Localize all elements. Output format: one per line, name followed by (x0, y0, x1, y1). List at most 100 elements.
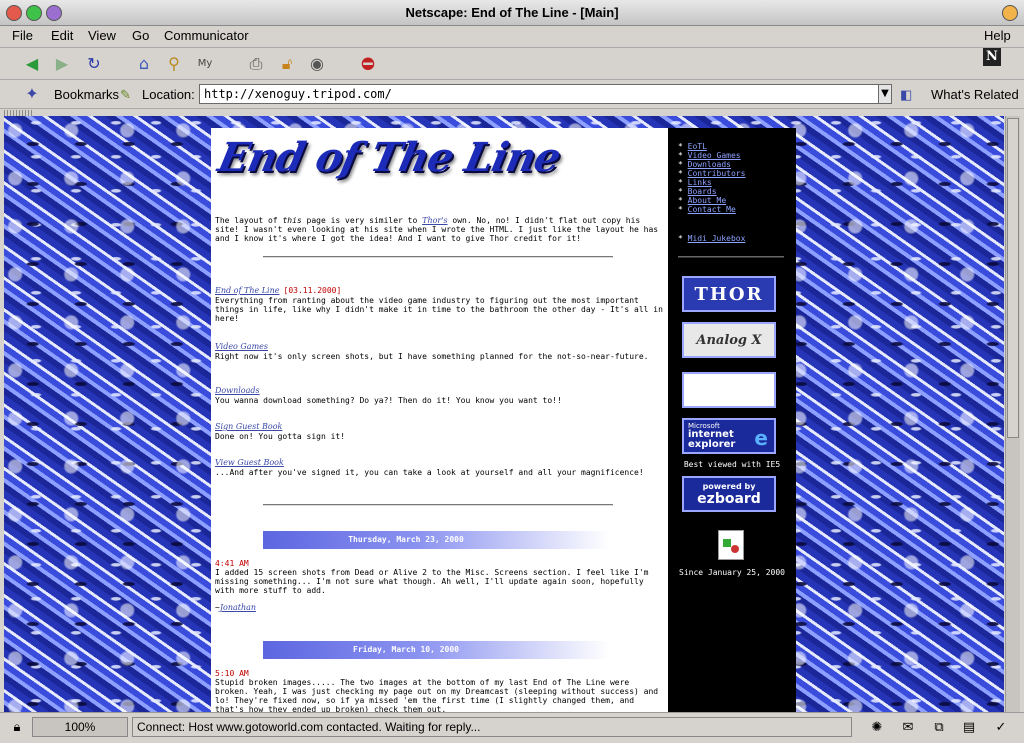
ezboard-badge-small-text: powered by (702, 481, 756, 491)
security-icon[interactable]: 🔓︎ (275, 53, 299, 75)
shade-window-button[interactable] (1002, 5, 1018, 21)
location-label: Location: (142, 87, 195, 102)
section-item: End of The Line [03.11.2000] Everything fr… (215, 282, 663, 323)
section-link[interactable]: Video Games (215, 342, 268, 351)
sidebar-link-downloads[interactable]: * Downloads (678, 160, 731, 169)
section-link[interactable]: Sign Guest Book (215, 422, 282, 431)
section-description: Everything from ranting about the video … (215, 296, 663, 323)
menu-view[interactable]: View (86, 28, 118, 43)
sidebar-link-boards[interactable]: * Boards (678, 187, 717, 196)
section-item: Video Games Right now it's only screen sh… (215, 338, 663, 361)
section-description: You wanna download something? Do ya?! Th… (215, 396, 562, 405)
location-bar: ✦ Bookmarks ✎ Location: http://xenoguy.t… (0, 81, 1024, 109)
thor-badge[interactable]: THOR (682, 276, 776, 312)
ie-badge-big-text: internet explorer (688, 429, 736, 450)
status-message: Connect: Host www.gotoworld.com contacte… (132, 717, 852, 737)
security-lock-icon[interactable]: 🔒︎ (6, 719, 28, 737)
progress-indicator: 100% (32, 717, 128, 737)
news-time: 5:10 AM (215, 669, 249, 678)
sidebar-link-links[interactable]: * Links (678, 178, 712, 187)
news-date-bar: Friday, March 10, 2000 (263, 641, 609, 659)
sidebar-link-midi-jukebox[interactable]: * Midi Jukebox (678, 234, 745, 243)
discussions-icon[interactable]: ⧉ (928, 719, 950, 737)
news-body: Stupid broken images..... The two images… (215, 678, 659, 712)
stop-icon[interactable]: ⛔︎ (356, 53, 380, 75)
sidebar-link-label[interactable]: Video Games (688, 151, 741, 160)
ezboard-badge[interactable]: powered by ezboard (682, 476, 776, 512)
shop-icon[interactable]: ◉ (305, 53, 329, 75)
menu-help[interactable]: Help (982, 28, 1013, 43)
menu-go[interactable]: Go (130, 28, 151, 43)
site-logo: End of The Line (214, 134, 565, 181)
navigator-icon[interactable]: ✺ (866, 719, 888, 737)
ie-logo-icon: e (754, 426, 768, 450)
sidebar-link-eotl[interactable]: * EoTL (678, 142, 707, 151)
sidebar-link-label[interactable]: Links (688, 178, 712, 187)
sidebar-link-label[interactable]: EoTL (688, 142, 707, 151)
blank-badge[interactable] (682, 372, 776, 408)
section-date: [03.11.2000] (283, 286, 342, 295)
whats-related-button[interactable]: What's Related (931, 87, 1019, 102)
counter-image-icon (718, 530, 744, 560)
news-time: 4:41 AM (215, 559, 249, 568)
best-viewed-text: Best viewed with IE5 (683, 460, 781, 469)
section-description: Right now it's only screen shots, but I … (215, 352, 649, 361)
menu-bar: File Edit View Go Communicator Help (0, 26, 1024, 48)
section-item: Downloads You wanna download something? D… (215, 382, 663, 405)
scrollbar-thumb[interactable] (1007, 118, 1019, 438)
back-icon[interactable]: ◀ (20, 53, 44, 75)
main-content-column: End of The Line The layout of this page … (211, 128, 668, 712)
window-title: Netscape: End of The Line - [Main] (405, 5, 619, 20)
sidebar-link-about-me[interactable]: * About Me (678, 196, 726, 205)
sidebar-link-video-games[interactable]: * Video Games (678, 151, 741, 160)
analogx-badge[interactable]: Analog X (682, 322, 776, 358)
menu-edit[interactable]: Edit (49, 28, 75, 43)
signature-link[interactable]: Jonathan (220, 603, 256, 612)
intro-text: page is very similer to (301, 216, 423, 225)
netscape-logo-icon[interactable]: N (983, 48, 1001, 66)
mail-icon[interactable]: ✉ (897, 719, 919, 737)
reload-icon[interactable]: ↻ (82, 53, 106, 75)
forward-icon[interactable]: ▶ (50, 53, 74, 75)
activity-icon[interactable]: ✓ (990, 719, 1012, 737)
news-date-bar: Thursday, March 23, 2000 (263, 531, 609, 549)
section-link[interactable]: End of The Line (215, 286, 280, 295)
bookmarks-icon[interactable]: ✦ (20, 83, 44, 105)
search-icon[interactable]: ⚲ (162, 53, 186, 75)
internet-explorer-badge[interactable]: Microsoft internet explorer e (682, 418, 776, 454)
navigation-toolbar: ◀ ▶ ↻ ⌂ ⚲ My ⎙ 🔓︎ ◉ ⛔︎ (0, 49, 1024, 80)
section-description: ...And after you've signed it, you can t… (215, 468, 644, 477)
my-netscape-icon[interactable]: My (193, 53, 217, 75)
menu-file[interactable]: File (10, 28, 35, 43)
sidebar-link-contributors[interactable]: * Contributors (678, 169, 745, 178)
thor-link[interactable]: Thor's (422, 216, 447, 225)
vertical-scrollbar[interactable] (1005, 116, 1020, 712)
divider (263, 504, 613, 506)
print-icon[interactable]: ⎙ (244, 53, 268, 75)
sidebar-link-label[interactable]: Downloads (688, 160, 731, 169)
intro-emphasis: this (282, 216, 302, 225)
home-icon[interactable]: ⌂ (132, 53, 156, 75)
status-bar: 🔒︎ 100% Connect: Host www.gotoworld.com … (0, 712, 1024, 743)
browser-window: Netscape: End of The Line - [Main] File … (0, 0, 1024, 743)
menu-communicator[interactable]: Communicator (162, 28, 251, 43)
section-link[interactable]: View Guest Book (215, 458, 284, 467)
url-input[interactable]: http://xenoguy.tripod.com/ (199, 84, 879, 104)
bookmarks-button[interactable]: Bookmarks (54, 87, 119, 102)
sidebar: * EoTL * Video Games * Downloads * Contribu… (668, 128, 796, 712)
whats-related-icon[interactable]: ◧ (900, 87, 912, 103)
sidebar-link-label[interactable]: About Me (688, 196, 727, 205)
title-bar: Netscape: End of The Line - [Main] (0, 0, 1024, 26)
sidebar-link-label[interactable]: Contributors (688, 169, 746, 178)
section-link[interactable]: Downloads (215, 386, 260, 395)
sidebar-divider (678, 256, 784, 258)
intro-text: The layout of (215, 216, 283, 225)
divider (263, 256, 613, 258)
url-dropdown-icon[interactable]: ▼ (878, 84, 892, 104)
sidebar-link-label[interactable]: Boards (688, 187, 717, 196)
sidebar-link-label[interactable]: Contact Me (688, 205, 736, 214)
composer-icon[interactable]: ▤ (958, 719, 980, 737)
news-body: I added 15 screen shots from Dead or Ali… (215, 568, 649, 595)
sidebar-link-contact-me[interactable]: * Contact Me (678, 205, 736, 214)
section-item: Sign Guest Book Done on! You gotta sign i… (215, 418, 663, 441)
